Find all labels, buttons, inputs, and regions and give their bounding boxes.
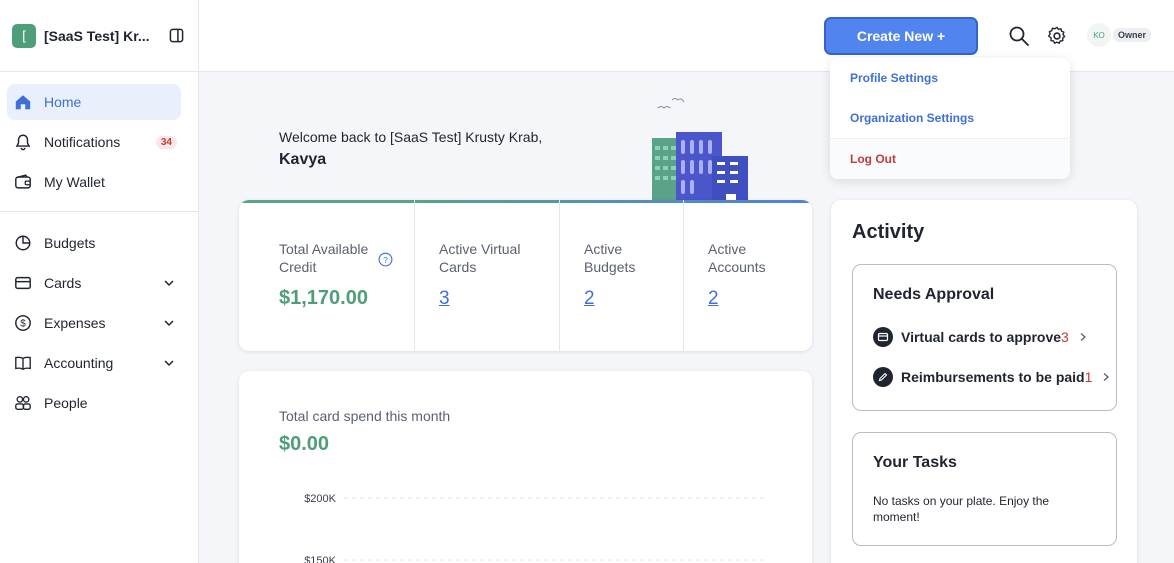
stats-card: Total Available Credit ? $1,170.00 Activ… <box>239 200 812 351</box>
y-tick-label: $150K <box>304 555 336 563</box>
menu-item-log-out[interactable]: Log Out <box>830 138 1070 179</box>
book-icon <box>13 353 33 373</box>
sidebar-item-label: Home <box>44 94 82 110</box>
your-tasks-box: Your Tasks No tasks on your plate. Enjoy… <box>852 432 1117 546</box>
sidebar-item-notifications[interactable]: Notifications 34 <box>7 124 181 160</box>
your-tasks-title: Your Tasks <box>873 454 957 471</box>
approval-item-reimbursements[interactable]: Reimbursements to be paid 1 <box>873 367 1111 387</box>
spend-chart: $200K $150K <box>304 493 764 563</box>
help-icon[interactable]: ? <box>378 252 393 267</box>
card-icon <box>13 273 33 293</box>
svg-text:?: ? <box>383 255 388 265</box>
sidebar-header: [ [SaaS Test] Kr... <box>0 0 198 72</box>
card-icon <box>873 327 893 347</box>
card-spend-card: Total card spend this month $0.00 $200K … <box>239 371 812 563</box>
sidebar-item-expenses[interactable]: $ Expenses <box>7 305 181 341</box>
sidebar: [ [SaaS Test] Kr... Home Notifications 3… <box>0 0 199 563</box>
stat-label: Active Accounts <box>708 241 766 275</box>
wallet-icon <box>13 172 33 192</box>
approval-count: 3 <box>1061 329 1069 345</box>
menu-item-profile-settings[interactable]: Profile Settings <box>830 58 1070 98</box>
approval-label: Reimbursements to be paid <box>901 369 1085 385</box>
sidebar-item-label: Expenses <box>44 315 106 331</box>
gear-icon[interactable] <box>1046 25 1068 47</box>
activity-card: Activity Needs Approval Virtual cards to… <box>831 200 1137 563</box>
spend-value: $0.00 <box>279 433 330 455</box>
approval-item-virtual-cards[interactable]: Virtual cards to approve 3 <box>873 327 1088 347</box>
stat-value: $1,170.00 <box>279 287 368 309</box>
pencil-icon <box>873 367 893 387</box>
approval-count: 1 <box>1084 369 1093 385</box>
create-new-button[interactable]: Create New + <box>824 17 978 55</box>
sidebar-divider <box>0 211 198 212</box>
settings-dropdown-menu: Profile Settings Organization Settings L… <box>830 58 1070 179</box>
dollar-icon: $ <box>13 313 33 333</box>
sidebar-item-budgets[interactable]: Budgets <box>7 225 181 261</box>
spend-label: Total card spend this month <box>279 408 451 424</box>
notification-count-badge: 34 <box>155 135 177 149</box>
activity-title: Activity <box>852 221 925 243</box>
stat-active-virtual-cards: Active Virtual Cards 3 <box>415 200 560 351</box>
sidebar-item-my-wallet[interactable]: My Wallet <box>7 164 181 200</box>
sidebar-toggle-icon <box>169 28 183 43</box>
stat-label: Total Available Credit <box>279 241 369 275</box>
chevron-right-icon <box>1080 333 1086 341</box>
chevron-down-icon <box>164 320 174 327</box>
bell-icon <box>13 132 33 152</box>
people-icon <box>13 393 33 413</box>
sidebar-item-label: My Wallet <box>44 174 105 190</box>
tasks-empty-message: No tasks on your plate. Enjoy the moment… <box>873 494 1050 524</box>
search-icon[interactable] <box>1008 25 1030 47</box>
home-icon <box>13 92 33 112</box>
stat-label: Active Virtual Cards <box>439 241 521 275</box>
sidebar-item-label: Notifications <box>44 134 121 150</box>
sidebar-item-home[interactable]: Home <box>7 84 181 120</box>
sidebar-item-people[interactable]: People <box>7 385 181 421</box>
svg-text:$: $ <box>20 319 26 330</box>
y-tick-label: $200K <box>304 493 336 505</box>
sidebar-item-label: People <box>44 395 88 411</box>
stat-active-budgets: Active Budgets 2 <box>560 200 684 351</box>
approval-label: Virtual cards to approve <box>901 329 1062 345</box>
welcome-message: Welcome back to [SaaS Test] Krusty Krab, <box>279 129 543 145</box>
stat-total-available-credit: Total Available Credit ? $1,170.00 <box>239 200 415 351</box>
stat-link-virtual-cards[interactable]: 3 <box>439 288 450 310</box>
needs-approval-title: Needs Approval <box>873 286 995 303</box>
sidebar-item-label: Budgets <box>44 235 96 251</box>
stat-link-budgets[interactable]: 2 <box>584 288 595 310</box>
welcome-user-name: Kavya <box>279 151 327 168</box>
needs-approval-box: Needs Approval Virtual cards to approve … <box>852 264 1117 411</box>
sidebar-item-label: Accounting <box>44 355 114 371</box>
sidebar-item-cards[interactable]: Cards <box>7 265 181 301</box>
stat-active-accounts: Active Accounts 2 <box>684 200 812 351</box>
sidebar-nav: Home Notifications 34 My Wallet Budgets <box>0 72 198 421</box>
user-avatar[interactable]: KO <box>1087 23 1111 47</box>
org-logo: [ <box>12 23 36 48</box>
pie-chart-icon <box>13 233 33 253</box>
stat-link-accounts[interactable]: 2 <box>708 288 719 310</box>
role-badge: Owner <box>1113 28 1152 42</box>
menu-item-organization-settings[interactable]: Organization Settings <box>830 98 1070 138</box>
chevron-right-icon <box>1103 373 1110 381</box>
stat-label: Active Budgets <box>584 241 636 275</box>
sidebar-item-accounting[interactable]: Accounting <box>7 345 181 381</box>
org-name[interactable]: [SaaS Test] Kr... <box>44 28 166 44</box>
chevron-down-icon <box>164 280 174 287</box>
sidebar-item-label: Cards <box>44 275 82 291</box>
chevron-down-icon <box>164 360 174 367</box>
building-illustration <box>652 98 748 202</box>
sidebar-collapse-button[interactable] <box>166 26 186 46</box>
